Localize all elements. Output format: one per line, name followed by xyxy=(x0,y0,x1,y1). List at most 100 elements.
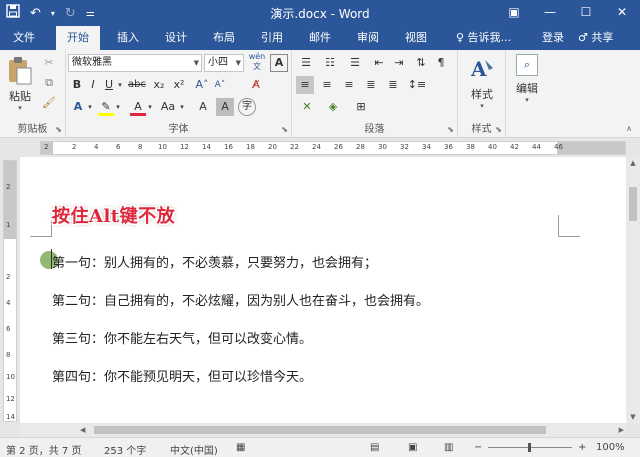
scroll-left-icon[interactable]: ◀ xyxy=(80,423,85,437)
multilevel-list-icon[interactable]: ☰ xyxy=(344,54,366,72)
clipboard-launcher-icon[interactable]: ⬊ xyxy=(55,125,62,134)
strikethrough-button[interactable]: abc xyxy=(126,76,148,94)
font-size-decrease-button[interactable]: A˅ xyxy=(212,76,228,94)
char-shading-button[interactable]: A xyxy=(216,98,234,116)
borders-icon[interactable]: ⊞ xyxy=(350,98,372,116)
macro-record-icon[interactable]: ▦ xyxy=(236,442,245,453)
language-indicator[interactable]: 中文(中国) xyxy=(170,442,218,457)
chevron-down-icon[interactable]: ▾ xyxy=(178,98,186,116)
sign-in-link[interactable]: 登录 xyxy=(542,26,564,50)
horizontal-scrollbar[interactable]: ◀ ▶ xyxy=(20,423,626,437)
web-layout-icon[interactable]: ▥ xyxy=(444,442,453,453)
scroll-down-icon[interactable]: ▼ xyxy=(626,413,640,421)
subscript-button[interactable]: x₂ xyxy=(150,76,168,94)
distributed-icon[interactable]: ≣ xyxy=(384,76,402,94)
bullets-icon[interactable]: ☰ xyxy=(296,54,316,72)
document-line-2[interactable]: 第二句：自己拥有的，不必炫耀，因为别人也在奋斗，也会拥有。 xyxy=(52,290,429,309)
chinese-layout-icon[interactable]: ✕ xyxy=(296,98,318,116)
justify-icon[interactable]: ≣ xyxy=(362,76,380,94)
change-case-button[interactable]: Aa xyxy=(158,98,178,116)
tell-me-search[interactable]: ♀ 告诉我... xyxy=(456,26,511,50)
ruler-area: 2 2 4 6 8 10 12 14 16 18 20 22 24 26 28 … xyxy=(0,139,640,157)
italic-button[interactable]: I xyxy=(86,76,100,94)
maximize-button[interactable]: ☐ xyxy=(568,0,604,26)
format-painter-icon[interactable]: 🖌 xyxy=(40,94,58,112)
tab-references[interactable]: 引用 xyxy=(252,26,292,50)
copy-icon[interactable]: ⧉ xyxy=(40,74,58,92)
show-marks-icon[interactable]: ¶ xyxy=(432,54,450,72)
bold-button[interactable]: B xyxy=(70,76,84,94)
tab-file[interactable]: 文件 xyxy=(4,26,44,50)
paste-button[interactable]: 粘贴 ▾ xyxy=(4,56,36,112)
align-left-icon[interactable]: ≡ xyxy=(296,76,314,94)
ruler-tick: 40 xyxy=(488,143,497,151)
enclose-char-icon[interactable]: 字 xyxy=(238,98,256,116)
numbering-icon[interactable]: ☷ xyxy=(320,54,340,72)
tab-design[interactable]: 设计 xyxy=(156,26,196,50)
underline-button[interactable]: U xyxy=(102,76,116,94)
tab-review[interactable]: 审阅 xyxy=(348,26,388,50)
chevron-down-icon[interactable]: ▾ xyxy=(86,98,94,116)
text-effects-button[interactable]: A xyxy=(70,98,86,116)
char-border-button[interactable]: A xyxy=(270,54,288,72)
font-name-combo[interactable]: 微软雅黑 ▼ xyxy=(68,54,202,72)
tab-layout[interactable]: 布局 xyxy=(204,26,244,50)
align-right-icon[interactable]: ≡ xyxy=(340,76,358,94)
decrease-indent-icon[interactable]: ⇤ xyxy=(370,54,388,72)
document-page[interactable]: 按住Alt键不放 第一句：别人拥有的，不必羡慕，只要努力，也会拥有； 第二句：自… xyxy=(20,157,626,423)
zoom-level[interactable]: 100% xyxy=(596,442,625,453)
minimize-button[interactable]: — xyxy=(532,0,568,26)
close-button[interactable]: ✕ xyxy=(604,0,640,26)
horizontal-ruler[interactable]: 2 2 4 6 8 10 12 14 16 18 20 22 24 26 28 … xyxy=(40,141,626,155)
paragraph-launcher-icon[interactable]: ⬊ xyxy=(447,125,454,134)
tab-view[interactable]: 视图 xyxy=(396,26,436,50)
page-count[interactable]: 第 2 页，共 7 页 xyxy=(6,442,81,457)
document-line-3[interactable]: 第三句：你不能左右天气，但可以改变心情。 xyxy=(52,328,312,347)
shading-icon[interactable]: ◈ xyxy=(322,98,344,116)
superscript-button[interactable]: x² xyxy=(170,76,188,94)
vertical-ruler[interactable]: 2 1 2 4 6 8 10 12 14 xyxy=(3,160,17,422)
highlight-a-button[interactable]: A xyxy=(194,98,212,116)
zoom-in-icon[interactable]: + xyxy=(578,442,586,453)
word-count[interactable]: 253 个字 xyxy=(104,442,146,457)
share-button[interactable]: ♂ 共享 xyxy=(578,26,613,50)
increase-indent-icon[interactable]: ⇥ xyxy=(390,54,408,72)
tab-mailings[interactable]: 邮件 xyxy=(300,26,340,50)
tab-home[interactable]: 开始 xyxy=(56,26,100,50)
styles-button[interactable]: A 样式 ▾ xyxy=(462,56,502,110)
line-spacing-icon[interactable]: ↕≡ xyxy=(406,76,428,94)
clear-formatting-icon[interactable]: A̸ xyxy=(246,76,266,94)
tab-insert[interactable]: 插入 xyxy=(108,26,148,50)
ribbon-display-options-icon[interactable]: ▣ xyxy=(496,0,532,26)
ruler-tick: 14 xyxy=(6,413,15,421)
horizontal-scroll-thumb[interactable] xyxy=(94,426,546,434)
crop-mark-left xyxy=(30,215,52,237)
font-launcher-icon[interactable]: ⬊ xyxy=(281,125,288,134)
phonetic-guide-button[interactable]: wén 文 xyxy=(246,52,268,71)
print-layout-icon[interactable]: ▣ xyxy=(408,442,417,453)
font-size-value: 小四 xyxy=(208,57,228,68)
collapse-ribbon-icon[interactable]: ∧ xyxy=(626,124,632,133)
sort-icon[interactable]: ⇅ xyxy=(412,54,430,72)
chevron-down-icon[interactable]: ▾ xyxy=(114,98,122,116)
read-mode-icon[interactable]: ▤ xyxy=(370,442,379,453)
align-center-icon[interactable]: ≡ xyxy=(318,76,336,94)
scroll-right-icon[interactable]: ▶ xyxy=(619,423,624,437)
chevron-down-icon[interactable]: ▾ xyxy=(116,76,124,94)
zoom-slider-thumb[interactable] xyxy=(528,443,531,452)
document-line-1[interactable]: 第一句：别人拥有的，不必羡慕，只要努力，也会拥有； xyxy=(52,252,377,271)
chevron-down-icon[interactable]: ▾ xyxy=(146,98,154,116)
cut-icon[interactable]: ✂ xyxy=(40,54,58,72)
editing-button[interactable]: ⌕ 编辑 ▾ xyxy=(508,54,546,104)
vertical-scroll-thumb[interactable] xyxy=(629,187,637,221)
font-size-increase-button[interactable]: A˄ xyxy=(194,76,210,94)
font-size-combo[interactable]: 小四 ▼ xyxy=(204,54,244,72)
editing-button-label: 编辑 xyxy=(516,82,538,95)
styles-launcher-icon[interactable]: ⬊ xyxy=(495,125,502,134)
font-color-button[interactable]: A xyxy=(130,98,146,116)
highlight-color-button[interactable]: ✎ xyxy=(98,98,114,116)
document-line-4[interactable]: 第四句：你不能预见明天，但可以珍惜今天。 xyxy=(52,366,312,385)
zoom-out-icon[interactable]: − xyxy=(474,442,482,453)
scroll-up-icon[interactable]: ▲ xyxy=(626,159,640,167)
vertical-scrollbar[interactable]: ▲ ▼ xyxy=(626,157,640,423)
